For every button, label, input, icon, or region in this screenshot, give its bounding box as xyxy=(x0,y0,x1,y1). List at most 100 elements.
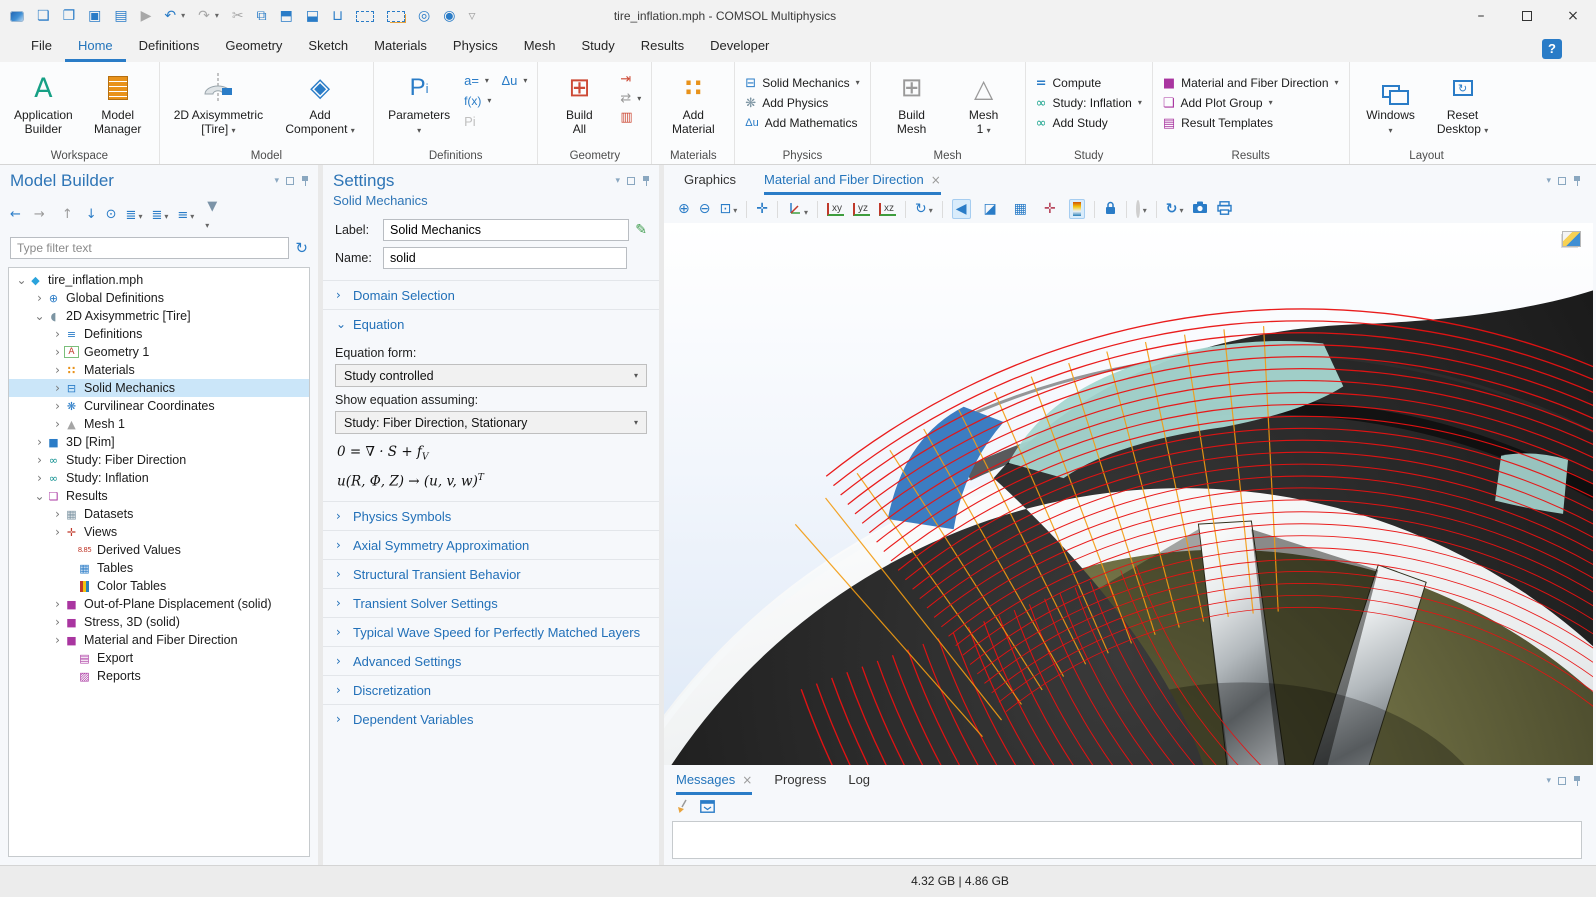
tab-messages[interactable]: Messages× xyxy=(676,767,752,795)
zoom-out-icon[interactable]: ⊖ xyxy=(699,202,711,216)
zoom-extents-icon[interactable]: ✛ xyxy=(756,202,768,216)
reset-desktop-button[interactable]: ↻ ResetDesktop ▾ xyxy=(1432,68,1494,139)
menu-materials[interactable]: Materials xyxy=(361,34,440,62)
add-mathematics-button[interactable]: ΔuAdd Mathematics xyxy=(745,116,859,130)
clear-messages-button[interactable] xyxy=(676,799,690,817)
menu-sketch[interactable]: Sketch xyxy=(295,34,361,62)
panel-menu-icon[interactable]: ▾ xyxy=(615,177,620,186)
panel-pin-icon[interactable] xyxy=(642,175,651,187)
tree-item-views[interactable]: ›✛Views xyxy=(9,523,309,541)
qat-overflow-icon[interactable]: ▿ xyxy=(468,9,475,23)
graphics-thumbnail-icon[interactable] xyxy=(1562,231,1581,247)
axisymmetric-tire-button[interactable]: 2D Axisymmetric[Tire] ▾ xyxy=(170,68,267,139)
tree-item-geometry-1[interactable]: ›AGeometry 1 xyxy=(9,343,309,361)
tree-item-reports[interactable]: ▨Reports xyxy=(9,667,309,685)
view-xy-button[interactable]: xy xyxy=(827,203,844,216)
rename-icon[interactable]: ✎ xyxy=(635,223,647,237)
expand-all-button[interactable]: ≣▾ xyxy=(126,207,143,222)
add-physics-button[interactable]: ❋Add Physics xyxy=(745,96,859,110)
label-field[interactable] xyxy=(383,219,629,241)
compute-button[interactable]: =Compute xyxy=(1036,76,1142,90)
rotate-view-button[interactable]: ↻▾ xyxy=(915,202,933,216)
panel-pin-icon[interactable] xyxy=(301,175,310,187)
view-yz-button[interactable]: yz xyxy=(853,203,870,216)
tree-item-derived-values[interactable]: 8.85Derived Values xyxy=(9,541,309,559)
update-geometry-button[interactable]: ⇄▾ xyxy=(620,92,641,105)
panel-float-icon[interactable] xyxy=(286,177,294,185)
tree-item-color-tables[interactable]: Color Tables xyxy=(9,577,309,595)
equation-form-select[interactable]: Study controlled▾ xyxy=(335,364,647,387)
section-discretization[interactable]: ›Discretization xyxy=(323,675,659,704)
menu-home[interactable]: Home xyxy=(65,34,126,62)
tree-item-definitions[interactable]: ›≡Definitions xyxy=(9,325,309,343)
tree-item-mesh-1[interactable]: ›▲Mesh 1 xyxy=(9,415,309,433)
view-lock-button[interactable] xyxy=(1104,201,1117,218)
print-button[interactable] xyxy=(1217,201,1232,218)
close-icon[interactable]: × xyxy=(931,174,941,186)
forward-icon[interactable]: → xyxy=(30,205,49,224)
help-button[interactable]: ? xyxy=(1542,39,1562,59)
tree-item-stress-3d[interactable]: ›■Stress, 3D (solid) xyxy=(9,613,309,631)
graphics-canvas[interactable] xyxy=(664,223,1593,765)
tab-log[interactable]: Log xyxy=(848,767,870,795)
tree-item-datasets[interactable]: ›▦Datasets xyxy=(9,505,309,523)
add-study-button[interactable]: ∞Add Study xyxy=(1036,116,1142,130)
tree-item-root[interactable]: ⌄◆tire_inflation.mph xyxy=(9,271,309,289)
panel-pin-icon[interactable] xyxy=(1573,775,1582,787)
menu-study[interactable]: Study xyxy=(569,34,628,62)
virtual-operations-button[interactable]: ▥ xyxy=(620,111,641,124)
grid-toggle[interactable]: ▦ xyxy=(1010,199,1031,219)
copy-icon[interactable]: ⧉ xyxy=(257,9,267,23)
update-plot-button[interactable]: ↻▾ xyxy=(1166,202,1184,216)
mesh-1-button[interactable]: △ Mesh1 ▾ xyxy=(953,68,1015,139)
windows-button[interactable]: Windows▾ xyxy=(1360,68,1422,139)
messages-output[interactable] xyxy=(672,821,1582,859)
collapse-all-button[interactable]: ≣▾ xyxy=(151,207,168,222)
undo-caret-icon[interactable]: ▾ xyxy=(181,12,185,20)
menu-mesh[interactable]: Mesh xyxy=(511,34,569,62)
section-structural-transient[interactable]: ›Structural Transient Behavior xyxy=(323,559,659,588)
show-icon[interactable]: ⊙ xyxy=(106,208,117,221)
find-icon[interactable]: ◎ xyxy=(418,9,430,23)
variables-button[interactable]: a=▾ xyxy=(464,73,491,88)
tree-item-tables[interactable]: ▦Tables xyxy=(9,559,309,577)
select-box-icon[interactable] xyxy=(356,11,374,22)
add-material-button[interactable]: ∷ AddMaterial xyxy=(662,68,724,139)
menu-file[interactable]: File xyxy=(18,34,65,62)
maximize-button[interactable] xyxy=(1504,0,1550,32)
panel-float-icon[interactable] xyxy=(1558,177,1566,185)
panel-menu-icon[interactable]: ▾ xyxy=(1546,777,1551,786)
delete-icon[interactable]: ⊔ xyxy=(332,9,343,23)
section-wave-speed[interactable]: ›Typical Wave Speed for Perfectly Matche… xyxy=(323,617,659,646)
undo-icon[interactable]: ↶ xyxy=(164,9,176,23)
tree-item-global-definitions[interactable]: ›⊕Global Definitions xyxy=(9,289,309,307)
section-domain-selection[interactable]: ›Domain Selection xyxy=(323,280,659,309)
menu-definitions[interactable]: Definitions xyxy=(126,34,213,62)
open-file-icon[interactable]: ❐ xyxy=(63,9,76,23)
panel-float-icon[interactable] xyxy=(627,177,635,185)
redo-caret-icon[interactable]: ▾ xyxy=(215,12,219,20)
default-view-button[interactable]: ▾ xyxy=(787,201,808,218)
paste-icon[interactable]: ⬒ xyxy=(280,9,293,23)
parameter-case-button[interactable]: Pi xyxy=(464,114,491,129)
view-xz-button[interactable]: xz xyxy=(879,203,896,216)
duplicate-icon[interactable]: ⬓ xyxy=(306,9,319,23)
add-plot-group-button[interactable]: ❏Add Plot Group▾ xyxy=(1163,96,1339,110)
show-equation-select[interactable]: Study: Fiber Direction, Stationary▾ xyxy=(335,411,647,434)
application-builder-button[interactable]: A ApplicationBuilder xyxy=(10,68,77,139)
add-component-button[interactable]: ◈ AddComponent ▾ xyxy=(277,68,363,139)
transparency-toggle[interactable]: ◪ xyxy=(980,199,1001,219)
section-dependent-variables[interactable]: ›Dependent Variables xyxy=(323,704,659,733)
tree-item-material-fiber-direction[interactable]: ›■Material and Fiber Direction xyxy=(9,631,309,649)
tab-material-fiber-direction[interactable]: Material and Fiber Direction× xyxy=(764,167,941,195)
tree-item-study-inflation[interactable]: ›∞Study: Inflation xyxy=(9,469,309,487)
run-icon[interactable]: ▶ xyxy=(141,9,152,23)
redo-icon[interactable]: ↷ xyxy=(198,9,210,23)
section-physics-symbols[interactable]: ›Physics Symbols xyxy=(323,501,659,530)
save-as-icon[interactable]: ▤ xyxy=(114,9,127,23)
cut-icon[interactable]: ✂ xyxy=(232,9,244,23)
solid-mechanics-dropdown[interactable]: ⊟Solid Mechanics▾ xyxy=(745,76,859,90)
section-axial-symmetry[interactable]: ›Axial Symmetry Approximation xyxy=(323,530,659,559)
filter-button[interactable]: ▼▾ xyxy=(203,197,221,231)
section-advanced-settings[interactable]: ›Advanced Settings xyxy=(323,646,659,675)
